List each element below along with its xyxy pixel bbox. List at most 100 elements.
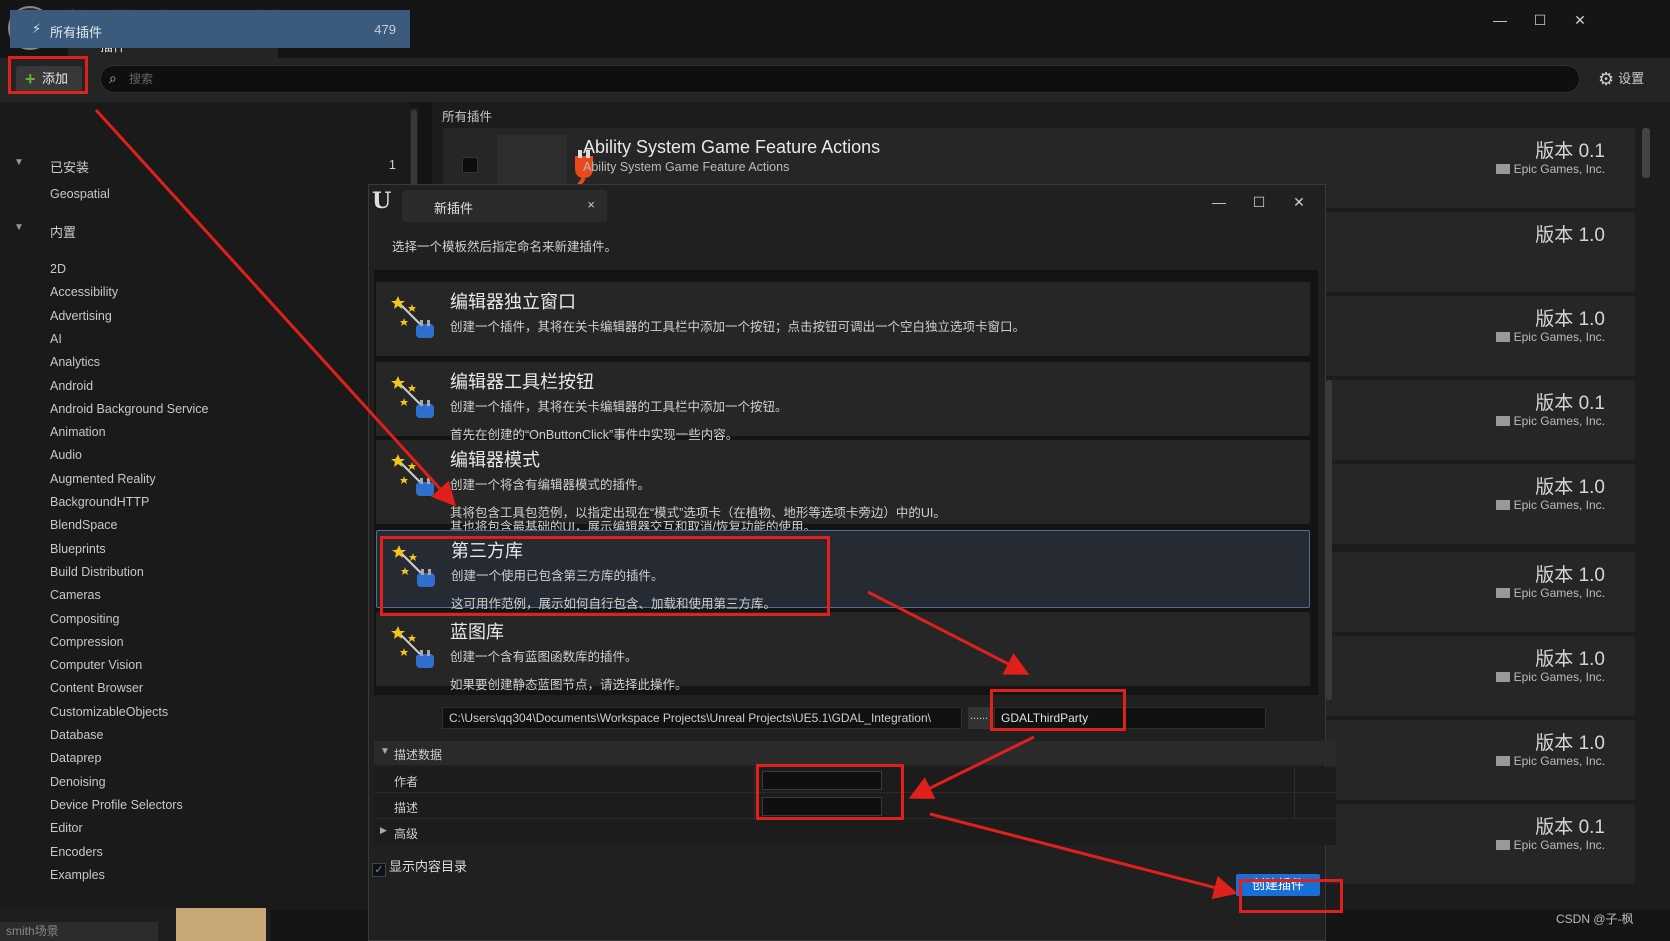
sidebar-category-item[interactable]: Compositing [50,608,119,630]
content-browser-strip: smith场景 [0,908,270,941]
sidebar-category-item[interactable]: Android [50,375,93,397]
content-browser-label[interactable]: smith场景 [0,922,158,941]
browse-button[interactable]: ...... [968,707,990,729]
search-input[interactable] [129,70,1529,88]
column-divider[interactable] [754,793,755,819]
author-label: 作者 [394,775,419,789]
unreal-logo-icon: U [372,188,392,214]
chevron-down-icon[interactable]: ▼ [14,222,24,233]
dialog-tab[interactable]: 新插件 × [402,190,607,222]
sidebar-category-item[interactable]: Content Browser [50,677,143,699]
watermark: CSDN @子-枫 [1556,912,1634,926]
advanced-section[interactable]: ▶ 高级 [374,819,1336,845]
plugin-path-field[interactable] [442,707,962,729]
sidebar-category-item[interactable]: Accessibility [50,281,118,303]
plugin-version: 版本 1.0 [1535,225,1605,246]
template-toolbar-button[interactable]: 编辑器工具栏按钮 创建一个插件，其将在关卡编辑器的工具栏中添加一个按钮。 首先在… [376,362,1310,442]
maximize-icon[interactable]: ☐ [1525,8,1555,32]
plugin-publisher: Epic Games, Inc. [1495,330,1605,344]
plug-icon: ⚡ [32,21,42,36]
gear-icon: ⚙ [1598,69,1615,89]
annotation-box [756,764,904,820]
sidebar-section-builtin[interactable]: ▼ 内置 [10,218,410,244]
template-editor-mode[interactable]: 编辑器模式 创建一个将含有编辑器模式的插件。 其将包含工具包范例，以指定出现在“… [376,440,1310,534]
installed-label: 已安装 [50,160,90,175]
sidebar-category-item[interactable]: Advertising [50,305,112,327]
dialog-maximize-icon[interactable]: ☐ [1244,190,1274,214]
chevron-down-icon[interactable]: ▼ [14,157,24,168]
plugin-publisher: Epic Games, Inc. [1495,586,1605,600]
sidebar-category-item[interactable]: BackgroundHTTP [50,491,149,513]
builtin-label: 内置 [50,225,77,240]
annotation-box [380,536,830,616]
wand-plug-icon [390,452,440,502]
close-icon[interactable]: ✕ [1565,8,1595,32]
plugin-version: 版本 1.0 [1535,477,1605,498]
sidebar-category-item[interactable]: Blueprints [50,538,106,560]
sidebar-category-item[interactable]: Audio [50,444,82,466]
plugin-version: 版本 1.0 [1535,565,1605,586]
plugin-version: 版本 0.1 [1535,817,1605,838]
installed-count: 1 [388,157,396,172]
advanced-label: 高级 [394,827,419,841]
template-standalone-window[interactable]: 编辑器独立窗口 创建一个插件，其将在关卡编辑器的工具栏中添加一个按钮；点击按钮可… [376,282,1310,356]
publisher-icon [1495,416,1510,426]
sidebar-category-item[interactable]: Database [50,724,104,746]
asset-thumbnail[interactable] [176,908,266,941]
minimize-icon[interactable]: — [1485,8,1515,32]
sidebar-category-item[interactable]: Dataprep [50,747,101,769]
template-title: 蓝图库 [450,622,504,642]
sidebar-category-item[interactable]: Denoising [50,771,106,793]
sidebar-category-item[interactable]: CustomizableObjects [50,701,168,723]
template-title: 编辑器模式 [450,450,540,470]
checkmark-icon[interactable]: ✓ [372,863,386,877]
column-divider [1294,767,1295,793]
plugin-version: 版本 1.0 [1535,649,1605,670]
sidebar-category-item[interactable]: Device Profile Selectors [50,794,183,816]
enable-checkbox[interactable] [462,157,478,173]
plugin-version: 版本 1.0 [1535,309,1605,330]
dialog-tab-close-icon[interactable]: × [587,197,595,212]
description-section-header[interactable]: ▼ 描述数据 [374,741,1336,765]
sidebar-item-all-plugins[interactable]: ⚡ 所有插件 479 [10,10,410,48]
all-plugins-label: 所有插件 [50,25,103,40]
sidebar-category-item[interactable]: Examples [50,864,105,886]
all-plugins-count: 479 [374,22,396,37]
sidebar-category-item[interactable]: Computer Vision [50,654,142,676]
toolbar: + 添加 ⌕ ⚙设置 [0,58,1670,102]
sidebar-category-item[interactable]: Animation [50,421,106,443]
template-blueprint-library[interactable]: 蓝图库 创建一个含有蓝图函数库的插件。 如果要创建静态蓝图节点，请选择此操作。 [376,612,1310,692]
wand-plug-icon [390,294,440,344]
sidebar-category-item[interactable]: Android Background Service [50,398,208,420]
publisher-icon [1495,332,1510,342]
sidebar-category-item[interactable]: Encoders [50,841,103,863]
sidebar-category-item[interactable]: Editor [50,817,83,839]
dialog-close-icon[interactable]: ✕ [1284,190,1314,214]
sidebar-category-item[interactable]: AI [50,328,62,350]
chevron-down-icon: ▼ [380,746,390,757]
plugin-list-scroll-thumb[interactable] [1642,128,1650,178]
template-desc: 创建一个插件，其将在关卡编辑器的工具栏中添加一个按钮；点击按钮可调出一个空白独立… [450,320,1026,334]
dialog-minimize-icon[interactable]: — [1204,190,1234,214]
sidebar-category-item[interactable]: Build Distribution [50,561,144,583]
sidebar-category-item[interactable]: Compression [50,631,124,653]
template-scroll-thumb[interactable] [1326,380,1332,700]
template-desc: 创建一个含有蓝图函数库的插件。 [450,650,638,664]
search-box[interactable]: ⌕ [100,65,1580,93]
plugin-publisher: Epic Games, Inc. [1495,838,1605,852]
publisher-icon [1495,164,1510,174]
sidebar-item-geospatial[interactable]: Geospatial [50,183,110,205]
column-divider[interactable] [754,767,755,793]
chevron-right-icon: ▶ [380,825,387,835]
template-desc: 创建一个插件，其将在关卡编辑器的工具栏中添加一个按钮。 [450,400,788,414]
sidebar-category-item[interactable]: Augmented Reality [50,468,156,490]
sidebar-category-item[interactable]: Cameras [50,584,101,606]
sidebar-category-item[interactable]: Analytics [50,351,100,373]
sidebar-section-installed[interactable]: ▼ 已安装 1 [10,153,410,179]
show-content-checkbox[interactable]: ✓ 显示内容目录 [372,856,467,877]
sidebar-category-item[interactable]: 2D [50,258,66,280]
settings-button[interactable]: ⚙ 设置 [1598,68,1644,90]
sidebar-category-item[interactable]: BlendSpace [50,514,117,536]
publisher-icon [1495,756,1510,766]
template-title: 编辑器工具栏按钮 [450,372,594,392]
